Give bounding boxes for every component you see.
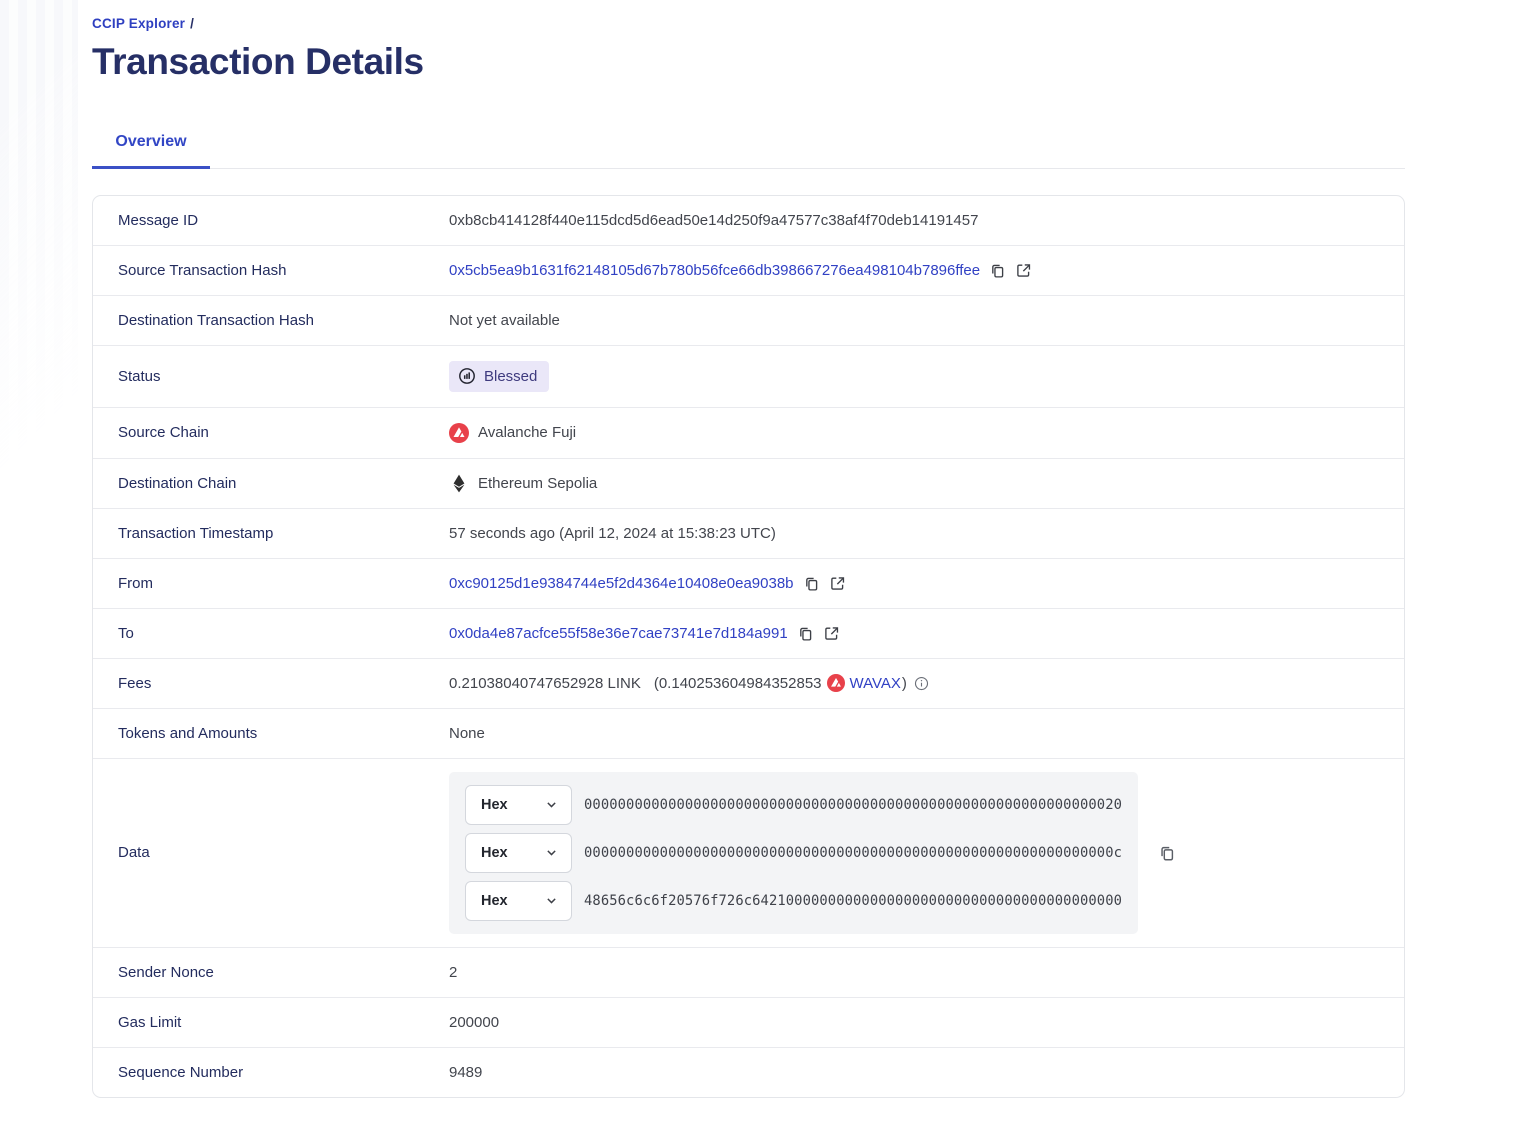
from-address-link[interactable]: 0xc90125d1e9384744e5f2d4364e10408e0ea903… xyxy=(449,574,794,593)
field-label: Status xyxy=(93,353,449,400)
status-badge: Blessed xyxy=(449,361,549,392)
data-line: Hex 000000000000000000000000000000000000… xyxy=(465,785,1122,825)
row-source-chain: Source Chain Avalanche Fuji xyxy=(93,408,1404,459)
breadcrumb: CCIP Explorer / xyxy=(92,16,1405,31)
avalanche-icon xyxy=(449,423,469,443)
copy-icon[interactable] xyxy=(797,625,814,642)
wavax-token-link[interactable]: WAVAX xyxy=(850,674,901,693)
to-address-link[interactable]: 0x0da4e87acfce55f58e36e7cae73741e7d184a9… xyxy=(449,624,788,643)
field-label: From xyxy=(93,560,449,607)
field-label: Destination Chain xyxy=(93,460,449,507)
row-from: From 0xc90125d1e9384744e5f2d4364e10408e0… xyxy=(93,559,1404,609)
chevron-down-icon xyxy=(545,846,558,859)
gas-limit-value: 200000 xyxy=(449,1013,499,1032)
field-label: Fees xyxy=(93,660,449,707)
row-message-id: Message ID 0xb8cb414128f440e115dcd5d6ead… xyxy=(93,196,1404,246)
field-label: To xyxy=(93,610,449,657)
tab-bar: Overview xyxy=(92,124,1405,169)
transaction-details-card: Message ID 0xb8cb414128f440e115dcd5d6ead… xyxy=(92,195,1405,1098)
source-chain-value: Avalanche Fuji xyxy=(449,423,576,443)
row-to: To 0x0da4e87acfce55f58e36e7cae73741e7d18… xyxy=(93,609,1404,659)
ethereum-icon xyxy=(449,474,469,493)
field-label: Message ID xyxy=(93,197,449,244)
dest-chain-name: Ethereum Sepolia xyxy=(478,474,597,493)
status-badge-label: Blessed xyxy=(484,367,537,386)
sender-nonce-value: 2 xyxy=(449,963,457,982)
data-format-select[interactable]: Hex xyxy=(465,833,572,873)
blessed-status-icon xyxy=(458,367,476,385)
field-label: Sequence Number xyxy=(93,1049,449,1096)
message-id-value: 0xb8cb414128f440e115dcd5d6ead50e14d250f9… xyxy=(449,211,978,230)
row-gas-limit: Gas Limit 200000 xyxy=(93,998,1404,1048)
transaction-details-page: CCIP Explorer / Transaction Details Overv… xyxy=(0,0,1518,1098)
fees-converted-close: ) xyxy=(902,674,907,693)
data-line: Hex 000000000000000000000000000000000000… xyxy=(465,833,1122,873)
field-label: Sender Nonce xyxy=(93,949,449,996)
external-link-icon[interactable] xyxy=(829,575,846,592)
field-label: Data xyxy=(93,829,449,876)
data-format-select[interactable]: Hex xyxy=(465,881,572,921)
copy-icon[interactable] xyxy=(1158,844,1176,862)
dest-tx-hash-value: Not yet available xyxy=(449,311,560,330)
row-tokens-and-amounts: Tokens and Amounts None xyxy=(93,709,1404,759)
row-fees: Fees 0.21038040747652928 LINK (0.1402536… xyxy=(93,659,1404,709)
chevron-down-icon xyxy=(545,798,558,811)
row-sequence-number: Sequence Number 9489 xyxy=(93,1048,1404,1097)
copy-icon[interactable] xyxy=(803,575,820,592)
row-data: Data Hex 0000000000000000000000000000000… xyxy=(93,759,1404,948)
data-line: Hex 48656c6c6f20576f726c6421000000000000… xyxy=(465,881,1122,921)
row-status: Status Blessed xyxy=(93,346,1404,408)
data-format-selected: Hex xyxy=(481,845,508,861)
field-label: Source Transaction Hash xyxy=(93,247,449,294)
field-label: Tokens and Amounts xyxy=(93,710,449,757)
external-link-icon[interactable] xyxy=(1015,262,1032,279)
row-dest-chain: Destination Chain Ethereum Sepolia xyxy=(93,459,1404,509)
breadcrumb-separator: / xyxy=(190,16,194,31)
row-timestamp: Transaction Timestamp 57 seconds ago (Ap… xyxy=(93,509,1404,559)
source-tx-hash-link[interactable]: 0x5cb5ea9b1631f62148105d67b780b56fce66db… xyxy=(449,261,980,280)
row-dest-tx-hash: Destination Transaction Hash Not yet ava… xyxy=(93,296,1404,346)
dest-chain-value: Ethereum Sepolia xyxy=(449,474,597,493)
sequence-number-value: 9489 xyxy=(449,1063,482,1082)
tokens-and-amounts-value: None xyxy=(449,724,485,743)
info-icon[interactable] xyxy=(914,676,929,691)
row-sender-nonce: Sender Nonce 2 xyxy=(93,948,1404,998)
avalanche-icon xyxy=(827,674,845,692)
row-source-tx-hash: Source Transaction Hash 0x5cb5ea9b1631f6… xyxy=(93,246,1404,296)
field-label: Source Chain xyxy=(93,409,449,456)
tab-overview[interactable]: Overview xyxy=(92,124,210,169)
field-label: Gas Limit xyxy=(93,999,449,1046)
field-label: Destination Transaction Hash xyxy=(93,297,449,344)
copy-icon[interactable] xyxy=(989,262,1006,279)
page-title: Transaction Details xyxy=(92,41,1405,84)
data-hex-box: Hex 000000000000000000000000000000000000… xyxy=(449,772,1138,934)
source-chain-name: Avalanche Fuji xyxy=(478,423,576,442)
fees-amount: 0.21038040747652928 LINK xyxy=(449,674,641,693)
external-link-icon[interactable] xyxy=(823,625,840,642)
chevron-down-icon xyxy=(545,894,558,907)
data-hex-value: 0000000000000000000000000000000000000000… xyxy=(584,797,1122,813)
field-label: Transaction Timestamp xyxy=(93,510,449,557)
data-hex-value: 0000000000000000000000000000000000000000… xyxy=(584,845,1122,861)
data-format-selected: Hex xyxy=(481,893,508,909)
breadcrumb-ccip-explorer-link[interactable]: CCIP Explorer xyxy=(92,16,185,31)
fees-converted-open: (0.140253604984352853 xyxy=(654,674,822,693)
data-format-selected: Hex xyxy=(481,797,508,813)
timestamp-value: 57 seconds ago (April 12, 2024 at 15:38:… xyxy=(449,524,776,543)
data-hex-value: 48656c6c6f20576f726c64210000000000000000… xyxy=(584,893,1122,909)
data-format-select[interactable]: Hex xyxy=(465,785,572,825)
